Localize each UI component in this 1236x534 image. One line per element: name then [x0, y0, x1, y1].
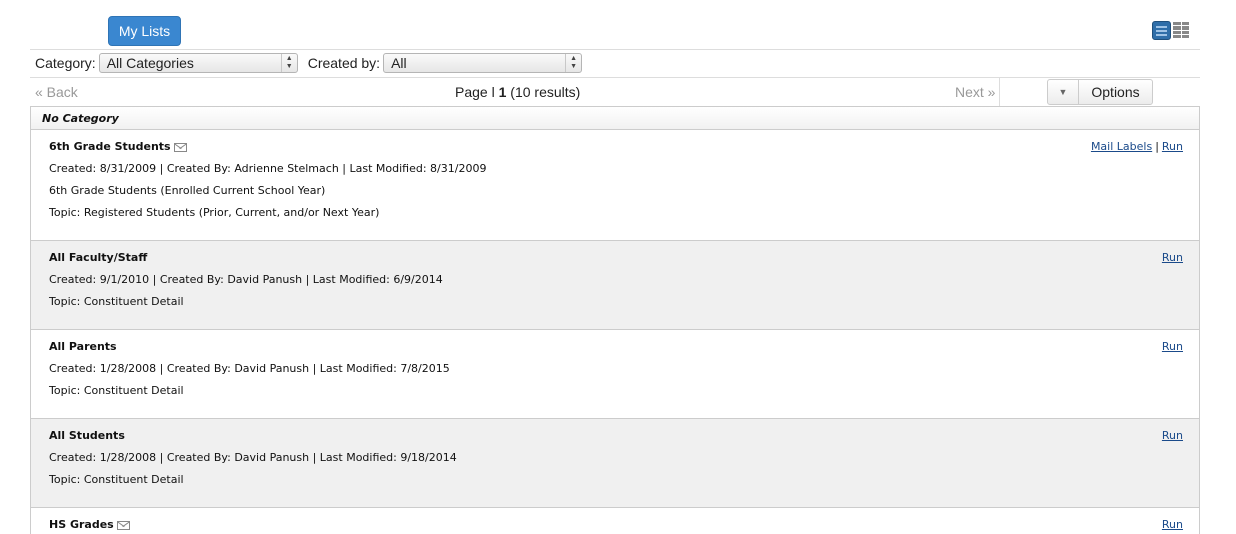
category-label: Category:	[35, 55, 96, 71]
separator: |	[1155, 140, 1159, 153]
list-item-topic: Topic: Registered Students (Prior, Curre…	[49, 206, 380, 219]
options-dropdown-button[interactable]: ▼	[1047, 79, 1079, 105]
category-select[interactable]: All Categories ▲ ▼	[98, 53, 298, 73]
select-arrows-icon: ▲ ▼	[280, 54, 297, 72]
list-item-title[interactable]: 6th Grade Students	[49, 140, 171, 153]
list-item-title[interactable]: HS Grades	[49, 518, 114, 531]
select-arrows-icon: ▲ ▼	[565, 54, 581, 72]
list-item-topic: Topic: Constituent Detail	[49, 473, 184, 486]
run-link[interactable]: Run	[1162, 340, 1183, 353]
mail-labels-link[interactable]: Mail Labels	[1091, 140, 1152, 153]
list-item: HS Grades Run	[31, 508, 1199, 534]
list-item-actions: Run	[1162, 429, 1183, 442]
category-select-value: All Categories	[106, 55, 194, 71]
list-item-meta: Created: 9/1/2010 | Created By: David Pa…	[49, 273, 443, 286]
list-item: All Students Created: 1/28/2008 | Create…	[31, 419, 1199, 508]
list-item-actions: Run	[1162, 518, 1183, 531]
options-button[interactable]: Options	[1078, 79, 1153, 105]
list-item-topic: Topic: Constituent Detail	[49, 384, 184, 397]
back-link[interactable]: « Back	[35, 84, 78, 100]
run-link[interactable]: Run	[1162, 140, 1183, 153]
list-item: All Faculty/Staff Created: 9/1/2010 | Cr…	[31, 241, 1199, 330]
list-item: 6th Grade Students Created: 8/31/2009 | …	[31, 130, 1199, 241]
my-lists-tab[interactable]: My Lists	[108, 16, 181, 46]
category-header: No Category	[31, 107, 1199, 130]
list-item: All Parents Created: 1/28/2008 | Created…	[31, 330, 1199, 419]
list-item-description: 6th Grade Students (Enrolled Current Sch…	[49, 184, 326, 197]
filter-bar: Category: All Categories ▲ ▼ Created by: …	[35, 53, 583, 73]
chevron-down-icon: ▼	[1058, 87, 1068, 97]
next-link[interactable]: Next »	[955, 84, 995, 100]
mail-icon	[116, 521, 130, 530]
run-link[interactable]: Run	[1162, 429, 1183, 442]
list-item-title[interactable]: All Parents	[49, 340, 117, 353]
divider	[999, 78, 1000, 106]
list-item-actions: Mail Labels | Run	[1091, 140, 1183, 153]
list-item-title[interactable]: All Faculty/Staff	[49, 251, 147, 264]
created-by-select[interactable]: All ▲ ▼	[383, 53, 583, 73]
mail-icon	[173, 143, 187, 152]
list-item-title[interactable]: All Students	[49, 429, 125, 442]
run-link[interactable]: Run	[1162, 518, 1183, 531]
list-item-topic: Topic: Constituent Detail	[49, 295, 184, 308]
created-by-label: Created by:	[307, 55, 381, 71]
pager: « Back Page l 1 (10 results) Next » ▼ Op…	[30, 78, 1200, 106]
list-view-icon[interactable]	[1152, 21, 1171, 40]
page-prefix: Page l	[455, 84, 495, 100]
page-info: Page l 1 (10 results)	[455, 84, 580, 100]
list-item-actions: Run	[1162, 340, 1183, 353]
saved-lists: No Category 6th Grade Students Created: …	[30, 106, 1200, 534]
run-link[interactable]: Run	[1162, 251, 1183, 264]
created-by-select-value: All	[391, 55, 407, 71]
grid-view-icon[interactable]	[1173, 22, 1189, 38]
page-number: 1	[498, 84, 507, 100]
results-count: (10 results)	[510, 84, 581, 100]
view-toggle	[1152, 21, 1189, 40]
list-item-actions: Run	[1162, 251, 1183, 264]
list-item-meta: Created: 1/28/2008 | Created By: David P…	[49, 362, 450, 375]
divider	[30, 49, 1200, 50]
list-item-meta: Created: 8/31/2009 | Created By: Adrienn…	[49, 162, 487, 175]
list-item-meta: Created: 1/28/2008 | Created By: David P…	[49, 451, 457, 464]
